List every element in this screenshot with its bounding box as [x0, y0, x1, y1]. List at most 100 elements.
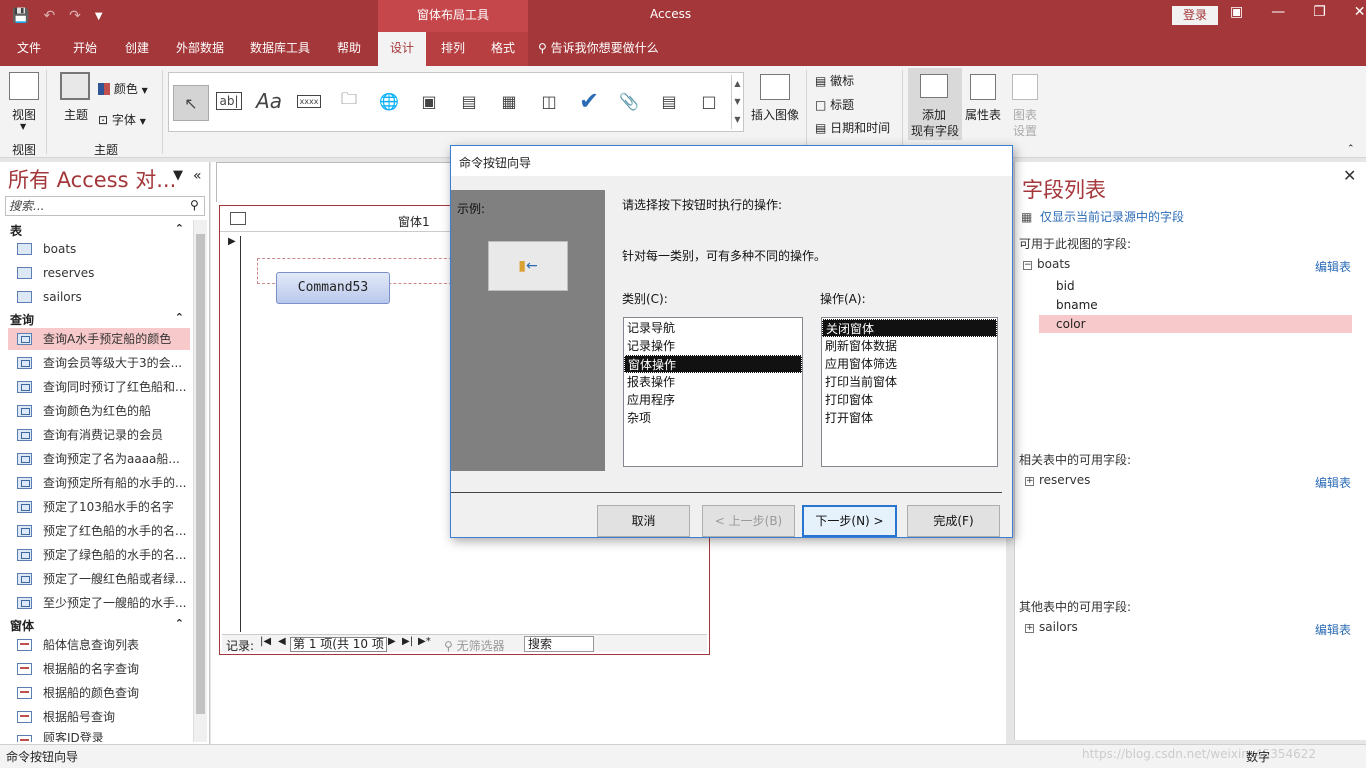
tab-design[interactable]: 设计	[378, 32, 426, 66]
nav-item-query[interactable]: 查询有消费记录的会员	[8, 424, 190, 446]
gallery-scroll[interactable]: ▲ ▼ ▼	[731, 75, 743, 129]
property-sheet-icon[interactable]	[970, 74, 996, 100]
nav-item-query[interactable]: 至少预定了一艘船的水手...	[8, 592, 190, 614]
fonts-button[interactable]: ⊡ 字体 ▼	[98, 111, 146, 128]
property-sheet-button[interactable]: 属性表	[965, 106, 1001, 123]
nav-search-input[interactable]: 搜索...	[5, 196, 205, 216]
nav-menu-icon[interactable]: ▼	[173, 168, 183, 183]
nav-item-form[interactable]: 根据船号查询	[8, 706, 190, 728]
nav-item-query[interactable]: 预定了红色船的水手的名...	[8, 520, 190, 542]
edit-table-link[interactable]: 编辑表	[1315, 474, 1351, 491]
restore-icon[interactable]: ❐	[1313, 4, 1326, 20]
tab-format[interactable]: 格式	[480, 32, 526, 66]
category-option-selected[interactable]: 窗体操作	[624, 355, 802, 373]
field-item[interactable]: color	[1039, 315, 1352, 333]
image-tool-icon[interactable]: □	[694, 87, 724, 115]
action-option[interactable]: 应用窗体筛选	[822, 355, 997, 373]
new-record-icon[interactable]: ▶*	[418, 636, 431, 647]
theme-icon[interactable]	[60, 72, 90, 100]
show-current-only-link[interactable]: ▦ 仅显示当前记录源中的字段	[1021, 208, 1184, 225]
command-button[interactable]: Command53	[276, 272, 390, 304]
nav-scrollbar[interactable]	[193, 220, 207, 742]
field-item[interactable]: bname	[1039, 296, 1352, 314]
nav-item-query[interactable]: 预定了103船水手的名字	[8, 496, 190, 518]
nav-item-form[interactable]: 根据船的颜色查询	[8, 682, 190, 704]
action-option[interactable]: 刷新窗体数据	[822, 337, 997, 355]
expand-icon[interactable]: +	[1025, 477, 1034, 486]
option-group-tool-icon[interactable]: ▦	[494, 87, 524, 115]
tell-me-search[interactable]: ⚲ 告诉我你想要做什么	[538, 32, 678, 66]
nav-item-query[interactable]: 查询会员等级大于3的会...	[8, 352, 190, 374]
nav-item-query[interactable]: 查询颜色为红色的船	[8, 400, 190, 422]
finish-button[interactable]: 完成(F)	[907, 505, 1000, 537]
view-button[interactable]: 视图	[12, 106, 36, 123]
login-button[interactable]: 登录	[1172, 6, 1218, 25]
field-item[interactable]: bid	[1039, 277, 1352, 295]
web-browser-tool-icon[interactable]: ▣	[414, 87, 444, 115]
prev-record-icon[interactable]: ◀	[278, 636, 286, 647]
insert-image-icon[interactable]	[760, 74, 790, 100]
action-option[interactable]: 打印当前窗体	[822, 373, 997, 391]
category-option[interactable]: 报表操作	[624, 373, 802, 391]
theme-button[interactable]: 主题	[64, 106, 88, 123]
nav-item-form[interactable]: 船体信息查询列表	[8, 634, 190, 656]
next-record-icon[interactable]: ▶	[388, 636, 396, 647]
tab-database-tools[interactable]: 数据库工具	[242, 32, 318, 66]
category-option[interactable]: 应用程序	[624, 391, 802, 409]
collapse-nav-icon[interactable]: «	[193, 168, 202, 184]
last-record-icon[interactable]: ▶|	[402, 636, 413, 647]
close-icon[interactable]: ✕	[1354, 4, 1366, 20]
nav-item-query[interactable]: 查询预定了名为aaaa船...	[8, 448, 190, 470]
nav-item-table[interactable]: boats	[8, 238, 190, 260]
nav-section-forms[interactable]: 窗体 ⌃	[10, 617, 188, 634]
next-button[interactable]: 下一步(N) >	[802, 505, 897, 537]
table-node-sailors[interactable]: + sailors	[1025, 620, 1078, 634]
close-icon[interactable]: ✕	[1343, 166, 1356, 185]
action-option-selected[interactable]: 关闭窗体	[822, 319, 997, 337]
colors-button[interactable]: 颜色 ▼	[98, 80, 148, 97]
attachment-tool-icon[interactable]: 📎	[614, 87, 644, 115]
first-record-icon[interactable]: |◀	[260, 636, 271, 647]
nav-item-form[interactable]: 根据船的名字查询	[8, 658, 190, 680]
nav-item-query[interactable]: 查询A水手预定船的颜色	[8, 328, 190, 350]
tab-control-tool-icon[interactable]: 🗀	[334, 87, 364, 115]
ribbon-display-icon[interactable]: ▣	[1230, 4, 1243, 20]
navigation-tool-icon[interactable]: ▤	[454, 87, 484, 115]
cancel-button[interactable]: 取消	[597, 505, 690, 537]
table-node-reserves[interactable]: + reserves	[1025, 473, 1090, 487]
category-option[interactable]: 记录操作	[624, 337, 802, 355]
save-icon[interactable]: 💾	[12, 8, 29, 24]
minimize-icon[interactable]: —	[1271, 4, 1285, 20]
nav-item-table[interactable]: reserves	[8, 262, 190, 284]
select-tool-icon[interactable]: ↖	[173, 85, 209, 121]
record-search-input[interactable]: 搜索	[524, 636, 594, 652]
search-icon[interactable]: ⚲	[190, 198, 199, 212]
back-button[interactable]: < 上一步(B)	[702, 505, 795, 537]
logo-button[interactable]: ▤ 徽标	[815, 72, 854, 89]
action-option[interactable]: 打印窗体	[822, 391, 997, 409]
tab-external-data[interactable]: 外部数据	[168, 32, 232, 66]
nav-item-query[interactable]: 预定了绿色船的水手的名...	[8, 544, 190, 566]
nav-scroll-thumb[interactable]	[196, 234, 205, 714]
customize-qat-icon[interactable]: ▼	[95, 11, 103, 22]
insert-image-button[interactable]: 插入图像	[751, 106, 799, 123]
filter-status[interactable]: ⚲ 无筛选器	[444, 637, 505, 654]
nav-pane-title[interactable]: 所有 Access 对...	[8, 164, 178, 194]
tab-arrange[interactable]: 排列	[430, 32, 476, 66]
action-listbox[interactable]: 关闭窗体 刷新窗体数据 应用窗体筛选 打印当前窗体 打印窗体 打开窗体	[821, 317, 998, 467]
record-selector-icon[interactable]: ▶	[228, 236, 236, 247]
listbox-tool-icon[interactable]: ▤	[654, 87, 684, 115]
view-dropdown-icon[interactable]: ▼	[20, 122, 26, 131]
view-icon[interactable]	[9, 72, 39, 100]
textbox-tool-icon[interactable]: ab|	[214, 87, 244, 115]
checkbox-tool-icon[interactable]: ✔	[574, 87, 604, 115]
edit-table-link[interactable]: 编辑表	[1315, 621, 1351, 638]
datetime-button[interactable]: ▤ 日期和时间	[815, 119, 890, 136]
page-break-tool-icon[interactable]: ◫	[534, 87, 564, 115]
category-option[interactable]: 杂项	[624, 409, 802, 427]
tab-file[interactable]: 文件	[6, 32, 52, 66]
collapse-ribbon-icon[interactable]: ⌃	[1347, 144, 1355, 154]
category-listbox[interactable]: 记录导航 记录操作 窗体操作 报表操作 应用程序 杂项	[623, 317, 803, 467]
add-existing-fields-button[interactable]: 添加 现有字段	[908, 68, 962, 140]
tab-help[interactable]: 帮助	[326, 32, 372, 66]
